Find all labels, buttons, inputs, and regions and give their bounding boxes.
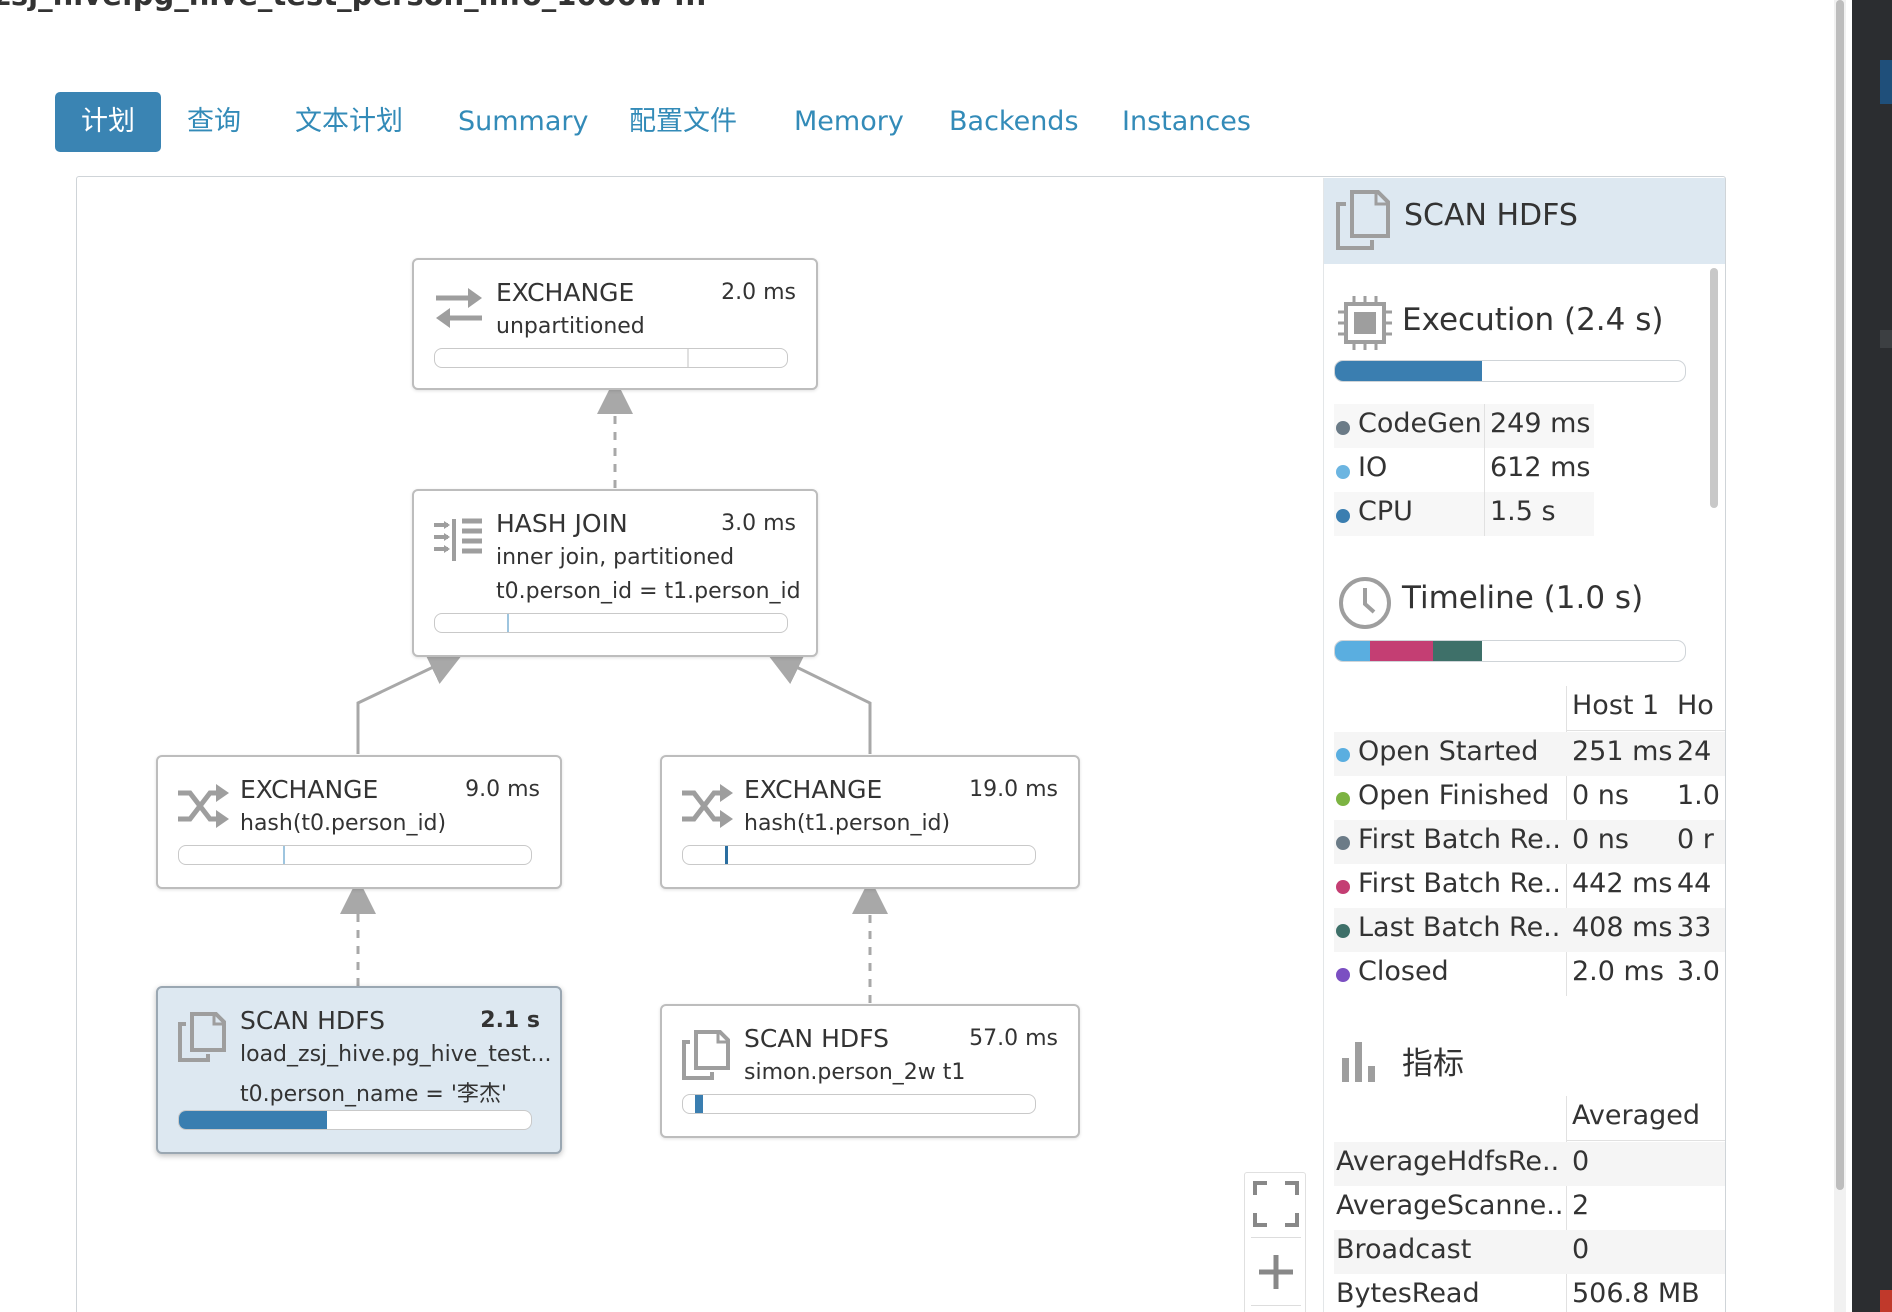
clock-icon — [1339, 577, 1391, 629]
copy-icon — [1336, 190, 1390, 250]
node-detail: simon.person_2w t1 — [744, 1060, 966, 1085]
plan-node-exchange-unpartitioned[interactable]: EXCHANGE 2.0 ms unpartitioned — [412, 258, 818, 390]
hash-join-icon — [434, 518, 482, 561]
node-time: 19.0 ms — [969, 777, 1058, 802]
node-detail: t0.person_id = t1.person_id — [496, 579, 801, 604]
metric-row: AverageHdfsRe... 0 — [1334, 1142, 1725, 1186]
node-detail: hash(t0.person_id) — [240, 811, 447, 836]
exchange-arrows-icon — [436, 288, 482, 328]
column-header: Ho — [1677, 690, 1714, 721]
execution-row: CPU 1.5 s — [1334, 492, 1594, 536]
node-progress-bar — [178, 845, 532, 865]
column-header: Host 1 — [1572, 690, 1660, 721]
plan-node-scan-hdfs-right[interactable]: SCAN HDFS 57.0 ms simon.person_2w t1 — [660, 1004, 1080, 1138]
metric-row: Broadcast 0 — [1334, 1230, 1725, 1274]
node-title: EXCHANGE — [496, 278, 635, 307]
tab-memory[interactable]: Memory — [794, 92, 904, 152]
node-time: 3.0 ms — [721, 511, 796, 536]
node-title: SCAN HDFS — [744, 1024, 889, 1053]
execution-row: IO 612 ms — [1334, 448, 1594, 492]
plan-node-exchange-right[interactable]: EXCHANGE 19.0 ms hash(t1.person_id) — [660, 755, 1080, 889]
plan-node-hash-join[interactable]: HASH JOIN 3.0 ms inner join, partitioned… — [412, 489, 818, 657]
node-detail: unpartitioned — [496, 314, 645, 339]
timeline-table: Host 1 Ho Open Started 251 ms 24 Open Fi… — [1334, 686, 1725, 1006]
metric-row: AverageScanne... 2 — [1336, 1190, 1590, 1221]
details-title: SCAN HDFS — [1404, 198, 1578, 233]
node-progress-bar — [682, 845, 1036, 865]
copy-icon — [178, 1012, 226, 1062]
node-details-panel: SCAN HDFS Execution (2.4 s) CodeGen 249 … — [1323, 178, 1725, 1312]
node-detail: inner join, partitioned — [496, 545, 735, 570]
tab-backends[interactable]: Backends — [949, 92, 1079, 152]
timeline-row: Open Started 251 ms 24 — [1334, 732, 1725, 776]
node-detail: t0.person_name = '李杰' — [240, 1082, 507, 1107]
bar-chart-icon — [1342, 1042, 1375, 1082]
timeline-row: Open Finished 0 ns 1.0 — [1334, 776, 1725, 820]
timeline-row: First Batch Re... 442 ms 44 — [1334, 864, 1725, 908]
adjacent-window-edge — [1852, 0, 1892, 1312]
tab-summary[interactable]: Summary — [458, 92, 588, 152]
execution-title: Execution (2.4 s) — [1402, 302, 1664, 338]
node-progress-bar — [682, 1094, 1036, 1114]
shuffle-icon — [178, 784, 229, 828]
node-detail: load_zsj_hive.pg_hive_test... — [240, 1042, 552, 1067]
metric-row: BytesRead 506.8 MB — [1336, 1278, 1700, 1309]
page-title: zsj_hive.pg_hive_test_person_info_1000w … — [0, 0, 707, 12]
plan-node-scan-hdfs-left[interactable]: SCAN HDFS 2.1 s load_zsj_hive.pg_hive_te… — [156, 986, 562, 1154]
details-scrollbar[interactable] — [1710, 268, 1718, 508]
timeline-row: First Batch Re... 0 ns 0 r — [1334, 820, 1725, 864]
execution-row: CodeGen 249 ms — [1334, 404, 1594, 448]
node-title: EXCHANGE — [240, 775, 379, 804]
details-header: SCAN HDFS — [1324, 178, 1725, 264]
tab-profile[interactable]: 配置文件 — [629, 92, 737, 152]
node-progress-bar — [434, 613, 788, 633]
tab-query[interactable]: 查询 — [187, 92, 241, 152]
tab-instances[interactable]: Instances — [1122, 92, 1251, 152]
node-progress-bar — [178, 1110, 532, 1130]
timeline-title: Timeline (1.0 s) — [1402, 580, 1644, 616]
node-title: HASH JOIN — [496, 509, 628, 538]
copy-icon — [682, 1030, 730, 1080]
column-header: Averaged — [1572, 1100, 1701, 1131]
tab-text-plan[interactable]: 文本计划 — [295, 92, 403, 152]
node-time: 2.1 s — [480, 1008, 540, 1033]
node-progress-bar — [434, 348, 788, 368]
tab-plan[interactable]: 计划 — [55, 92, 161, 152]
node-time: 57.0 ms — [969, 1026, 1058, 1051]
fit-to-screen-icon[interactable] — [1251, 1179, 1301, 1229]
node-title: SCAN HDFS — [240, 1006, 385, 1035]
zoom-controls — [1244, 1172, 1306, 1312]
node-detail: hash(t1.person_id) — [744, 811, 951, 836]
timeline-bar — [1334, 640, 1686, 662]
query-profile-page: zsj_hive.pg_hive_test_person_info_1000w … — [0, 0, 1892, 1312]
timeline-row: Closed 2.0 ms 3.0 — [1334, 952, 1725, 996]
zoom-in-icon[interactable] — [1251, 1247, 1301, 1297]
metrics-table: Averaged AverageHdfsRe... 0 AverageScann… — [1334, 1096, 1725, 1312]
node-time: 2.0 ms — [721, 280, 796, 305]
timeline-row: Last Batch Re... 408 ms 33 — [1334, 908, 1725, 952]
cpu-chip-icon — [1338, 296, 1392, 350]
metrics-title: 指标 — [1402, 1046, 1464, 1082]
node-title: EXCHANGE — [744, 775, 883, 804]
plan-node-exchange-left[interactable]: EXCHANGE 9.0 ms hash(t0.person_id) — [156, 755, 562, 889]
execution-bar — [1334, 360, 1686, 382]
node-time: 9.0 ms — [465, 777, 540, 802]
page-scrollbar[interactable] — [1834, 0, 1846, 1312]
shuffle-icon — [682, 784, 733, 828]
page-scrollbar-thumb[interactable] — [1836, 0, 1844, 1190]
